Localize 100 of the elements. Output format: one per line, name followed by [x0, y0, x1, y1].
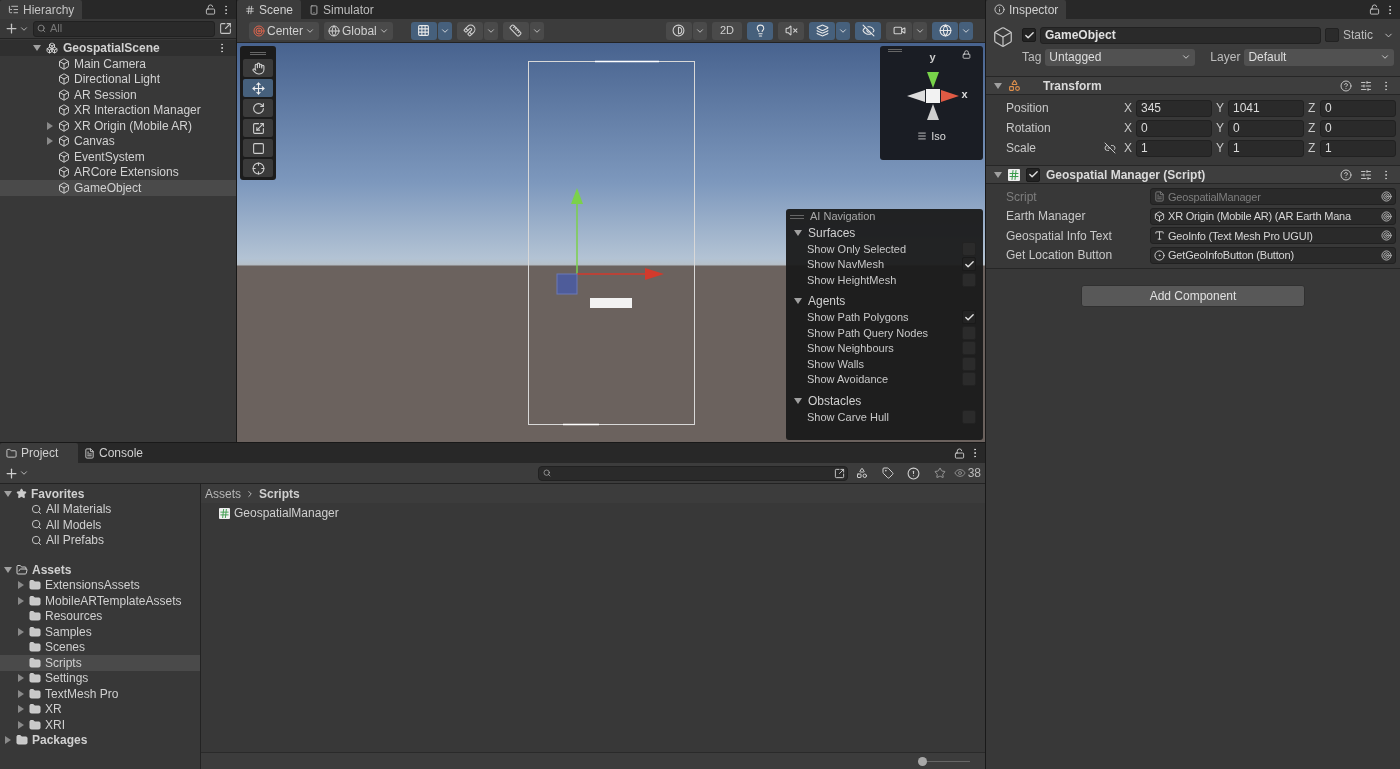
- hierarchy-item[interactable]: Canvas: [0, 133, 236, 149]
- pivot-dropdown[interactable]: Center: [249, 21, 320, 40]
- hierarchy-item[interactable]: Main Camera: [0, 56, 236, 72]
- popout-icon[interactable]: [833, 467, 845, 479]
- section-header[interactable]: Obstacles: [786, 392, 983, 409]
- favorite-item[interactable]: All Materials: [0, 501, 200, 517]
- lock-icon[interactable]: [1369, 4, 1380, 15]
- hierarchy-item[interactable]: XR Origin (Mobile AR): [0, 118, 236, 134]
- number-field[interactable]: 1041: [1228, 99, 1304, 117]
- folder-item[interactable]: Scripts: [0, 655, 200, 671]
- collapse-arrow-icon[interactable]: [994, 81, 1002, 90]
- dropdown-button[interactable]: [437, 21, 452, 40]
- option-checkbox[interactable]: [962, 257, 976, 272]
- popout-icon[interactable]: [219, 22, 232, 35]
- transform-tool-button[interactable]: [243, 159, 273, 177]
- hierarchy-item[interactable]: AR Session: [0, 87, 236, 103]
- search-field[interactable]: All: [33, 20, 215, 37]
- space-dropdown[interactable]: Global: [324, 21, 393, 40]
- object-picker-icon[interactable]: [1381, 210, 1392, 222]
- number-field[interactable]: 1: [1320, 139, 1396, 157]
- collapse-arrow-icon[interactable]: [33, 44, 41, 52]
- grid-toggle[interactable]: [410, 21, 437, 40]
- number-field[interactable]: 345: [1136, 99, 1212, 117]
- add-button[interactable]: [4, 465, 29, 481]
- section-header[interactable]: Surfaces: [786, 224, 983, 241]
- folder-item[interactable]: XRI: [0, 717, 200, 733]
- collapse-arrow-icon[interactable]: [794, 297, 802, 305]
- zoom-slider[interactable]: [918, 756, 970, 766]
- hierarchy-item[interactable]: ARCore Extensions: [0, 164, 236, 180]
- breadcrumb-link[interactable]: Scripts: [259, 484, 300, 503]
- collapse-arrow-icon[interactable]: [794, 396, 802, 405]
- move-gizmo-drawing[interactable]: [556, 188, 664, 295]
- snap-toggle[interactable]: [456, 21, 483, 40]
- lighting-toggle[interactable]: [747, 21, 773, 40]
- hand-tool-button[interactable]: [243, 59, 273, 77]
- number-field[interactable]: 0: [1320, 99, 1396, 117]
- collapse-arrow-icon[interactable]: [4, 565, 12, 574]
- lock-icon[interactable]: [205, 4, 216, 15]
- expand-arrow-icon[interactable]: [17, 627, 25, 636]
- collapse-arrow-icon[interactable]: [794, 228, 802, 237]
- add-button[interactable]: [4, 21, 29, 36]
- favorites-header[interactable]: Favorites: [0, 486, 200, 502]
- enabled-checkbox[interactable]: [1026, 167, 1040, 182]
- ruler-toggle[interactable]: [502, 21, 529, 40]
- move-tool-button[interactable]: [243, 79, 273, 97]
- effects-toggle[interactable]: [809, 21, 835, 40]
- panel-tab[interactable]: Project: [0, 443, 78, 463]
- scene-tab[interactable]: Simulator: [301, 0, 382, 19]
- rotate-tool-button[interactable]: [243, 99, 273, 117]
- name-field[interactable]: GameObject: [1040, 26, 1321, 44]
- presets-icon[interactable]: [1360, 168, 1372, 181]
- hierarchy-item[interactable]: XR Interaction Manager: [0, 102, 236, 118]
- folder-item[interactable]: Resources: [0, 608, 200, 624]
- folder-item[interactable]: MobileARTemplateAssets: [0, 593, 200, 609]
- hierarchy-item[interactable]: Directional Light: [0, 71, 236, 87]
- hidden-packages-toggle[interactable]: 38: [953, 464, 981, 482]
- unlink-icon[interactable]: [1104, 142, 1117, 154]
- asset-item[interactable]: GeospatialManager: [201, 505, 985, 521]
- search-field[interactable]: [537, 465, 848, 481]
- collapse-arrow-icon[interactable]: [994, 170, 1002, 179]
- dropdown-button[interactable]: [959, 21, 973, 40]
- hierarchy-item[interactable]: EventSystem: [0, 149, 236, 165]
- help-icon[interactable]: [1340, 79, 1352, 92]
- scale-tool-button[interactable]: [243, 119, 273, 137]
- static-checkbox[interactable]: [1325, 28, 1339, 42]
- number-field[interactable]: 1: [1136, 139, 1212, 157]
- object-field[interactable]: GetGeoInfoButton (Button): [1150, 246, 1396, 264]
- object-picker-icon[interactable]: [1381, 191, 1392, 203]
- orientation-gizmo[interactable]: y x Iso: [880, 46, 983, 160]
- number-field[interactable]: 0: [1320, 119, 1396, 137]
- visibility-toggle[interactable]: [855, 21, 881, 40]
- panel-tab[interactable]: Console: [78, 443, 156, 463]
- section-header[interactable]: Agents: [786, 292, 983, 310]
- gizmos-toggle[interactable]: [932, 21, 958, 40]
- object-field[interactable]: XR Origin (Mobile AR) (AR Earth Mana: [1150, 207, 1396, 225]
- folder-item[interactable]: Settings: [0, 670, 200, 686]
- hierarchy-tab[interactable]: Hierarchy: [0, 0, 83, 19]
- add-component-button[interactable]: Add Component: [1081, 285, 1305, 307]
- active-checkbox[interactable]: [1022, 28, 1036, 42]
- favorite-item[interactable]: All Prefabs: [0, 532, 200, 548]
- option-checkbox[interactable]: [962, 310, 976, 325]
- rect-tool-button[interactable]: [243, 139, 273, 157]
- number-field[interactable]: 0: [1136, 119, 1212, 137]
- packages-header[interactable]: Packages: [0, 732, 200, 748]
- number-field[interactable]: 1: [1228, 139, 1304, 157]
- presets-icon[interactable]: [1360, 79, 1372, 92]
- number-field[interactable]: 0: [1228, 119, 1304, 137]
- lock-icon[interactable]: [962, 50, 971, 59]
- assets-header[interactable]: Assets: [0, 562, 200, 578]
- projection-toggle[interactable]: Iso: [917, 127, 946, 144]
- camera-toggle[interactable]: [886, 21, 912, 40]
- lock-icon[interactable]: [954, 447, 965, 459]
- audio-toggle[interactable]: [778, 21, 804, 40]
- object-picker-icon[interactable]: [1381, 249, 1392, 261]
- folder-item[interactable]: XR: [0, 701, 200, 717]
- twod-toggle[interactable]: 2D: [711, 21, 742, 40]
- favorite-item[interactable]: All Models: [0, 517, 200, 533]
- object-picker-icon[interactable]: [1381, 230, 1392, 242]
- object-field[interactable]: GeoInfo (Text Mesh Pro UGUI): [1150, 227, 1396, 245]
- dropdown-button[interactable]: [836, 21, 850, 40]
